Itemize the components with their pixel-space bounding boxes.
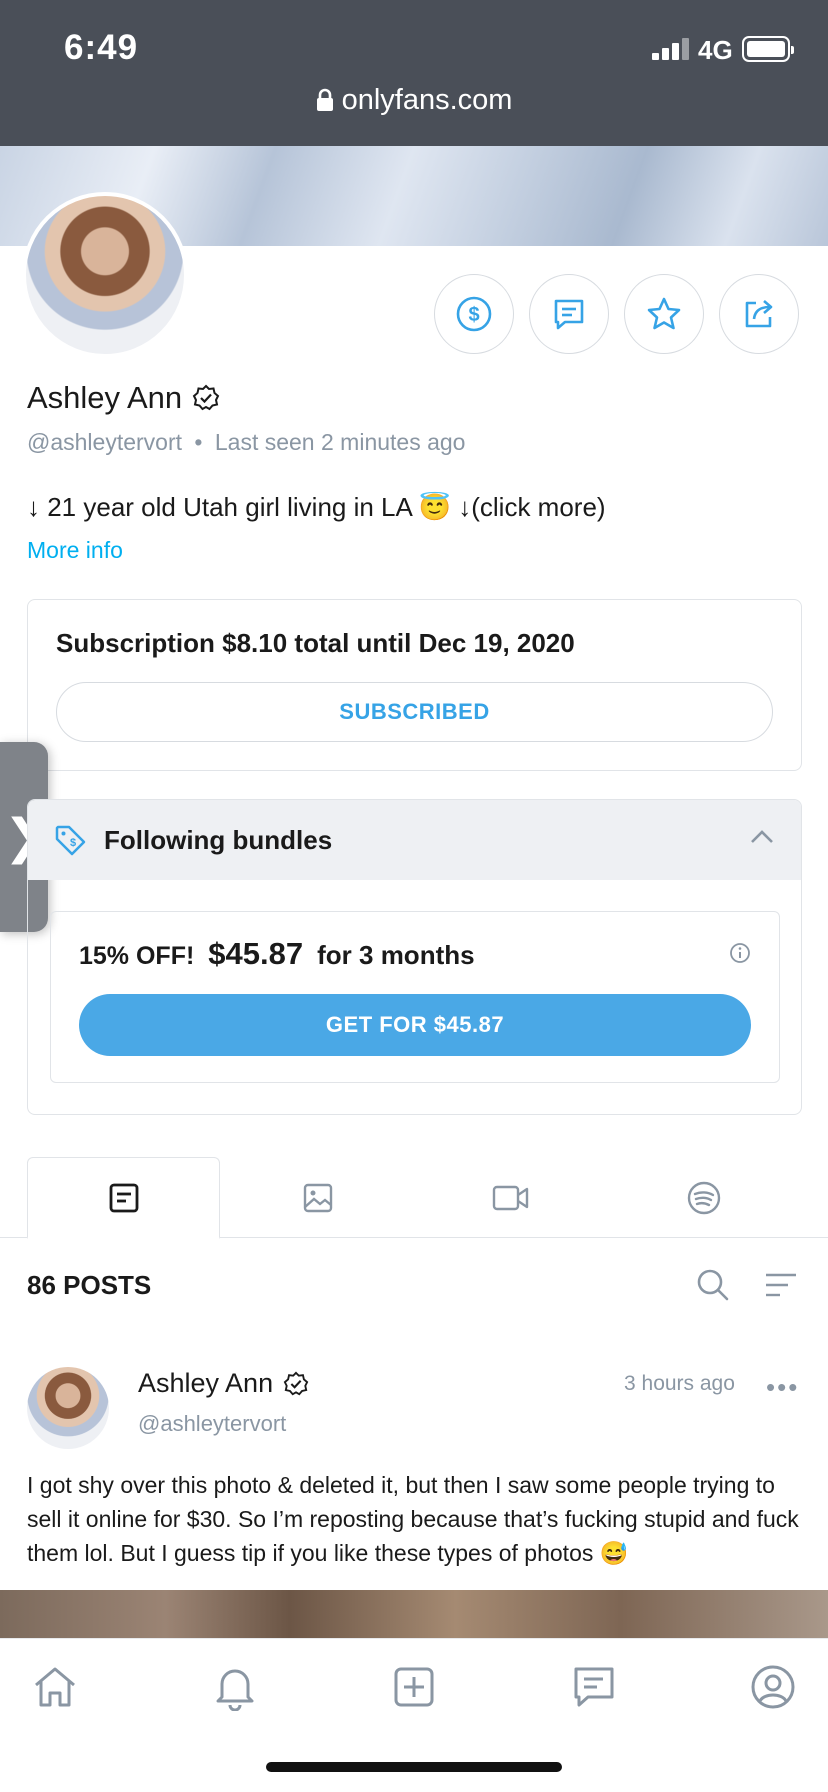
tip-button[interactable]: $: [434, 274, 514, 354]
bundles-title: Following bundles: [104, 825, 333, 855]
last-seen: Last seen 2 minutes ago: [214, 429, 466, 455]
posts-count: 86 POSTS: [27, 1270, 152, 1300]
network-label: 4G: [698, 35, 733, 65]
profile-handle[interactable]: @ashleytervort: [27, 429, 182, 455]
home-icon[interactable]: [31, 1663, 79, 1711]
battery-icon: [742, 36, 794, 62]
profile-handle-line: @ashleytervort • Last seen 2 minutes ago: [27, 429, 465, 456]
svg-text:$: $: [468, 304, 479, 326]
profile-icon[interactable]: [749, 1663, 797, 1711]
post-author[interactable]: Ashley Ann: [138, 1368, 309, 1399]
address-bar[interactable]: onlyfans.com: [0, 84, 828, 117]
more-info-link[interactable]: More info: [27, 537, 123, 564]
tab-videos[interactable]: [414, 1157, 607, 1238]
lock-icon: [316, 88, 333, 111]
subscription-title: Subscription $8.10 total until Dec 19, 2…: [56, 628, 575, 658]
info-icon[interactable]: [729, 942, 751, 964]
video-icon: [492, 1185, 528, 1210]
profile-avatar[interactable]: [22, 192, 188, 358]
status-time: 6:49: [64, 28, 139, 67]
share-icon: [745, 300, 773, 328]
home-indicator[interactable]: [266, 1762, 562, 1772]
bundles-header[interactable]: $ Following bundles: [28, 800, 801, 880]
price-tag-icon: $: [55, 825, 86, 856]
share-button[interactable]: [719, 274, 799, 354]
profile-bio: ↓ 21 year old Utah girl living in LA 😇 ↓…: [27, 492, 606, 522]
add-post-icon[interactable]: [390, 1663, 438, 1711]
subscription-card: Subscription $8.10 total until Dec 19, 2…: [27, 599, 802, 771]
posts-icon: [109, 1183, 138, 1212]
svg-text:$: $: [70, 837, 76, 849]
profile-name-text: Ashley Ann: [27, 380, 183, 415]
bundle-offer: 15% OFF! $45.87 for 3 months: [79, 936, 475, 972]
favorite-star-icon: [647, 297, 681, 330]
chevron-up-icon[interactable]: [749, 828, 775, 846]
tab-posts[interactable]: [27, 1157, 220, 1239]
profile-name: Ashley Ann: [27, 380, 220, 416]
bundles-panel: $ Following bundles 15% OFF! $45.87 for …: [27, 799, 802, 1115]
message-button[interactable]: [529, 274, 609, 354]
verified-icon: [283, 1371, 309, 1395]
favorite-button[interactable]: [624, 274, 704, 354]
tab-photos[interactable]: [221, 1157, 414, 1238]
bundle-discount: 15% OFF!: [79, 942, 195, 970]
post-author-avatar[interactable]: [27, 1367, 109, 1449]
bundle-card: 15% OFF! $45.87 for 3 months GET FOR $45…: [50, 911, 780, 1083]
post-author-name: Ashley Ann: [138, 1368, 274, 1398]
photo-icon: [303, 1183, 332, 1212]
messages-icon[interactable]: [570, 1663, 618, 1711]
tip-icon: $: [456, 296, 492, 332]
signal-icon: [652, 38, 690, 60]
post-image[interactable]: [0, 1590, 828, 1638]
separator-dot: •: [194, 429, 203, 455]
message-icon: [554, 299, 584, 330]
spotify-icon: [687, 1181, 720, 1214]
content-tabs: [0, 1157, 828, 1239]
get-bundle-button[interactable]: GET FOR $45.87: [79, 994, 751, 1056]
post-timestamp[interactable]: 3 hours ago: [624, 1372, 735, 1396]
notifications-icon[interactable]: [211, 1663, 259, 1711]
sort-icon[interactable]: [764, 1270, 798, 1300]
url-text: onlyfans.com: [341, 84, 513, 116]
post-more-menu[interactable]: •••: [766, 1372, 799, 1403]
post-author-handle[interactable]: @ashleytervort: [138, 1411, 286, 1437]
bundle-price: $45.87: [208, 936, 304, 971]
tab-audio[interactable]: [607, 1157, 800, 1238]
subscribed-button[interactable]: SUBSCRIBED: [56, 682, 773, 742]
search-icon[interactable]: [696, 1268, 730, 1302]
status-bar: 6:49 4G onlyfans.com: [0, 0, 828, 146]
post-text: I got shy over this photo & deleted it, …: [27, 1472, 799, 1566]
verified-icon: [192, 384, 220, 411]
bundle-duration: for 3 months: [317, 940, 475, 970]
